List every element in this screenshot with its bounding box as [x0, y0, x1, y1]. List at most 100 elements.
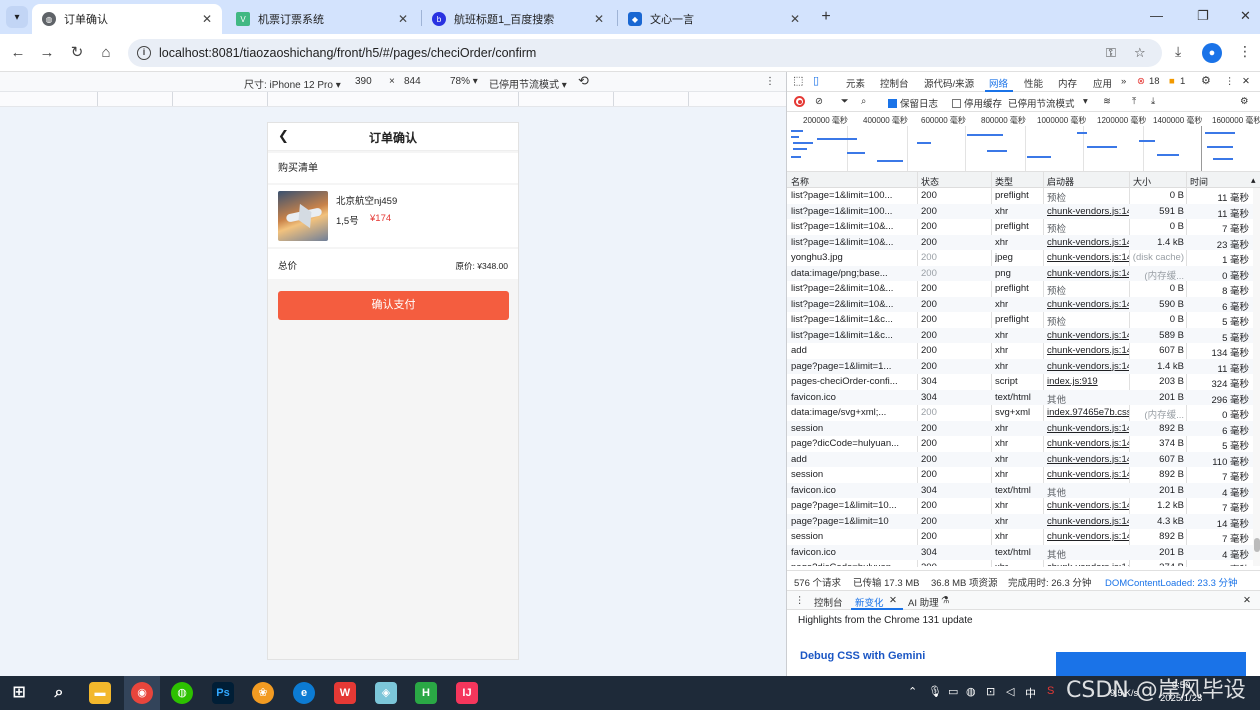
tab-elements[interactable]: 元素 [846, 76, 865, 90]
warning-count[interactable]: 1 [1180, 76, 1185, 87]
request-initiator[interactable]: chunk-vendors.js:14 [1047, 361, 1129, 372]
new-tab-button[interactable]: + [816, 7, 836, 27]
close-icon[interactable]: ✕ [202, 12, 212, 26]
device-height-input[interactable]: 844 [404, 76, 421, 87]
request-initiator[interactable]: index.97465e7b.css [1047, 407, 1129, 418]
preserve-log-checkbox[interactable]: 保留日志 [888, 96, 938, 110]
ime-indicator[interactable]: 中 [1025, 685, 1036, 701]
wps-icon[interactable]: W [334, 682, 356, 704]
network-settings-icon[interactable]: ⚙ [1240, 96, 1249, 107]
restore-icon[interactable]: ❐ [1197, 8, 1209, 24]
error-count-icon[interactable]: ⊗ [1137, 76, 1145, 87]
network-throttle-select[interactable]: 已停用节流模式 [1008, 96, 1075, 110]
battery-icon[interactable]: ▭ [948, 685, 958, 698]
request-initiator[interactable]: chunk-vendors.js:14 [1047, 252, 1129, 263]
tray-chevron-icon[interactable]: ⌃ [908, 685, 917, 698]
notes-icon[interactable]: ◈ [375, 682, 397, 704]
devtools-close-icon[interactable]: ✕ [1242, 76, 1250, 87]
request-initiator[interactable]: 其他 [1047, 392, 1129, 406]
site-info-icon[interactable]: i [137, 46, 151, 60]
drawer-tab-whats-new[interactable]: 新变化 [855, 595, 884, 609]
network-request-row[interactable]: list?page=1&limit=100... 200 preflight 预检 0 … [787, 188, 1253, 204]
windows-start-icon[interactable]: ⊞ [8, 682, 30, 704]
drawer-menu-icon[interactable]: ⋮ [795, 595, 805, 606]
forward-arrow-icon[interactable]: → [37, 43, 57, 63]
tab-memory[interactable]: 内存 [1058, 76, 1077, 90]
address-bar[interactable]: i localhost:8081/tiaozaoshichang/front/h… [128, 39, 1162, 67]
device-more-icon[interactable]: ⋮ [765, 76, 775, 87]
drawer-tab-ai[interactable]: AI 助理 [908, 595, 939, 609]
sogou-icon[interactable]: S [1047, 685, 1054, 697]
close-icon[interactable]: ✕ [790, 12, 800, 26]
debug-css-link[interactable]: Debug CSS with Gemini [800, 650, 925, 662]
network-request-row[interactable]: list?page=1&limit=10&... 200 xhr chunk-vend… [787, 234, 1253, 251]
close-icon[interactable]: ✕ [889, 595, 897, 606]
close-window-icon[interactable]: ✕ [1240, 8, 1251, 24]
network-request-row[interactable]: page?dicCode=hulyuan...200xhrchunk-vendo… [787, 560, 1253, 566]
chrome-icon[interactable]: ◉ [131, 682, 153, 704]
error-count[interactable]: 18 [1149, 76, 1160, 87]
close-icon[interactable]: ✕ [398, 12, 408, 26]
wifi-icon[interactable]: ≋ [1103, 96, 1111, 107]
tab-network[interactable]: 网络 [989, 76, 1008, 90]
network-request-row[interactable]: add 200 xhr chunk-vendors.js:14 607 B 110 毫秒 [787, 451, 1253, 468]
request-initiator[interactable]: index.js:919 [1047, 376, 1129, 387]
hbuilder-icon[interactable]: H [415, 682, 437, 704]
settings-gear-icon[interactable]: ⚙ [1201, 74, 1211, 87]
home-icon[interactable]: ⌂ [96, 43, 116, 63]
profile-avatar[interactable]: ● [1202, 43, 1222, 63]
tab-console[interactable]: 控制台 [880, 76, 909, 90]
download-har-icon[interactable]: ⤓ [1151, 96, 1155, 107]
download-icon[interactable]: ⤓ [1175, 43, 1181, 60]
password-key-icon[interactable]: ⚿ [1106, 45, 1116, 61]
tab-application[interactable]: 应用 [1093, 76, 1112, 90]
request-initiator[interactable]: chunk-vendors.js:14 [1047, 469, 1129, 480]
search-icon[interactable]: ⌕ [48, 682, 70, 704]
more-tabs-icon[interactable]: » [1121, 76, 1126, 87]
tab-wenxin[interactable]: ◆ 文心一言 ✕ [618, 4, 810, 34]
col-name[interactable]: 名称 [791, 175, 809, 188]
wechat-tray-icon[interactable]: ◍ [966, 685, 976, 698]
url-text[interactable]: localhost:8081/tiaozaoshichang/front/h5/… [159, 46, 536, 60]
col-time[interactable]: 时间 [1190, 175, 1208, 188]
drawer-close-icon[interactable]: ✕ [1243, 595, 1251, 606]
paint-icon[interactable]: ❀ [252, 682, 274, 704]
minimize-icon[interactable]: — [1150, 8, 1163, 23]
network-request-row[interactable]: add 200 xhr chunk-vendors.js:14 607 B 134 毫秒 [787, 343, 1253, 359]
upload-icon[interactable]: ⤒ [1132, 96, 1136, 107]
request-initiator[interactable]: chunk-vendors.js:14 [1047, 330, 1129, 341]
intellij-icon[interactable]: IJ [456, 682, 478, 704]
drawer-tab-console[interactable]: 控制台 [814, 595, 843, 609]
warning-count-icon[interactable]: ■ [1169, 76, 1175, 87]
request-initiator[interactable]: 预检 [1047, 221, 1129, 235]
close-icon[interactable]: ✕ [594, 12, 604, 26]
network-request-row[interactable]: page?page=1&limit=1... 200 xhr chunk-vendor… [787, 358, 1253, 375]
request-initiator[interactable]: chunk-vendors.js:14 [1047, 438, 1129, 449]
device-select[interactable]: 尺寸: iPhone 12 Pro ▾ [244, 76, 341, 91]
col-initiator[interactable]: 启动器 [1047, 175, 1074, 188]
network-request-row[interactable]: list?page=2&limit=10&... 200 preflight 预检 0 … [787, 281, 1253, 297]
microphone-icon[interactable]: 🎙 [928, 685, 942, 698]
request-initiator[interactable]: 预检 [1047, 190, 1129, 204]
network-request-row[interactable]: list?page=1&limit=10&... 200 preflight 预检 0 … [787, 219, 1253, 235]
filter-icon[interactable]: ⏷ [841, 96, 849, 107]
request-initiator[interactable]: chunk-vendors.js:14 [1047, 423, 1129, 434]
tab-order-confirm[interactable]: ◍ 订单确认 ✕ [32, 4, 222, 34]
request-initiator[interactable]: chunk-vendors.js:14 [1047, 206, 1129, 217]
clear-icon[interactable]: ⊘ [815, 96, 823, 107]
network-request-row[interactable]: pages-checiOrder-confi... 304 script index.… [787, 374, 1253, 390]
more-menu-icon[interactable]: ⋮ [1238, 43, 1252, 60]
network-request-row[interactable]: page?dicCode=hulyuan...200xhrchunk-vendo… [787, 436, 1253, 452]
request-initiator[interactable]: 其他 [1047, 547, 1129, 561]
request-initiator[interactable]: 其他 [1047, 485, 1129, 499]
throttle-chevron-icon[interactable]: ▾ [1083, 96, 1088, 107]
tab-sources[interactable]: 源代码/来源 [924, 76, 974, 90]
col-type[interactable]: 类型 [995, 175, 1013, 188]
network-request-row[interactable]: list?page=1&limit=1&c... 200 preflight 预检 0 … [787, 312, 1253, 328]
rotate-icon[interactable]: ⟲ [578, 73, 589, 89]
volume-icon[interactable]: ◁ [1006, 685, 1014, 698]
file-explorer-icon[interactable]: ▬ [89, 682, 111, 704]
network-request-row[interactable]: list?page=1&limit=1&c... 200 xhr chunk-vend… [787, 327, 1253, 344]
request-initiator[interactable]: chunk-vendors.js:14 [1047, 268, 1129, 279]
request-initiator[interactable]: chunk-vendors.js:14 [1047, 516, 1129, 527]
